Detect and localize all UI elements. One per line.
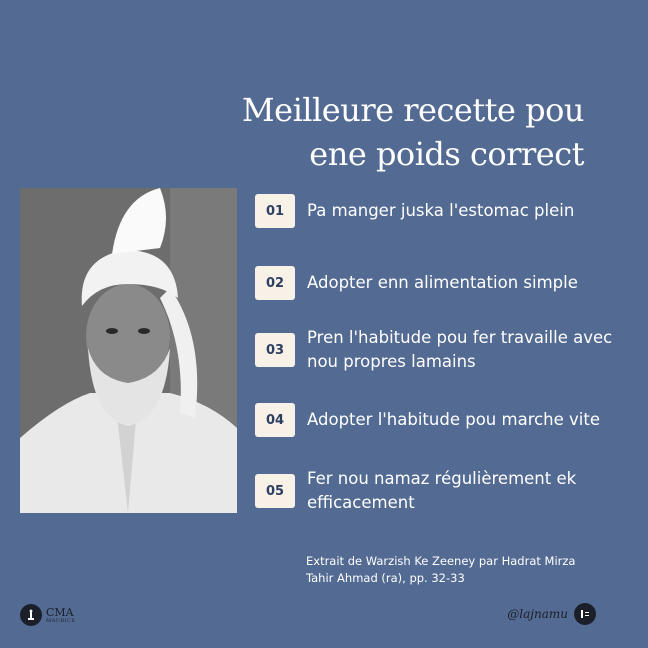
logo-text-maurice: MAURICE xyxy=(46,617,76,624)
step-number-badge: 05 xyxy=(255,474,295,508)
step-text: Pren l'habitude pou fer travaille avec n… xyxy=(307,328,613,371)
social-handle: @lajnamu xyxy=(507,607,568,621)
step-text: Fer nou namaz régulièrement ek efficacem… xyxy=(307,469,577,512)
lajna-emblem-icon xyxy=(574,603,596,625)
step-text: Adopter enn alimentation simple xyxy=(307,273,578,292)
step-number-badge: 01 xyxy=(255,194,295,228)
step-item-4: 04 Adopter l'habitude pou marche vite xyxy=(255,403,627,437)
title-line-2: ene poids correct xyxy=(309,135,584,173)
step-number-badge: 04 xyxy=(255,403,295,437)
step-item-2: 02 Adopter enn alimentation simple xyxy=(255,266,627,300)
source-citation: Extrait de Warzish Ke Zeeney par Hadrat … xyxy=(306,553,606,587)
portrait-illustration xyxy=(20,188,237,513)
step-item-1: 01 Pa manger juska l'estomac plein xyxy=(255,194,627,228)
source-line-1: Extrait de Warzish Ke Zeeney par Hadrat … xyxy=(306,554,576,568)
step-item-3: 03 Pren l'habitude pou fer travaille ave… xyxy=(255,326,627,374)
title-line-1: Meilleure recette pou xyxy=(241,91,585,129)
lajna-logo: @lajnamu xyxy=(507,603,596,625)
step-text: Pa manger juska l'estomac plein xyxy=(307,201,575,220)
portrait-photo xyxy=(20,188,237,513)
step-item-5: 05 Fer nou namaz régulièrement ek effica… xyxy=(255,467,627,515)
emblem-icon xyxy=(20,604,42,626)
logo-text-cma: CMA xyxy=(46,605,74,619)
source-line-2: Tahir Ahmad (ra), pp. 32-33 xyxy=(306,571,465,585)
step-number-badge: 02 xyxy=(255,266,295,300)
step-number-badge: 03 xyxy=(255,333,295,367)
step-text: Adopter l'habitude pou marche vite xyxy=(307,410,601,429)
page-title: Meilleure recette pou ene poids correct xyxy=(241,88,585,176)
cma-logo: CMA MAURICE xyxy=(20,604,76,626)
